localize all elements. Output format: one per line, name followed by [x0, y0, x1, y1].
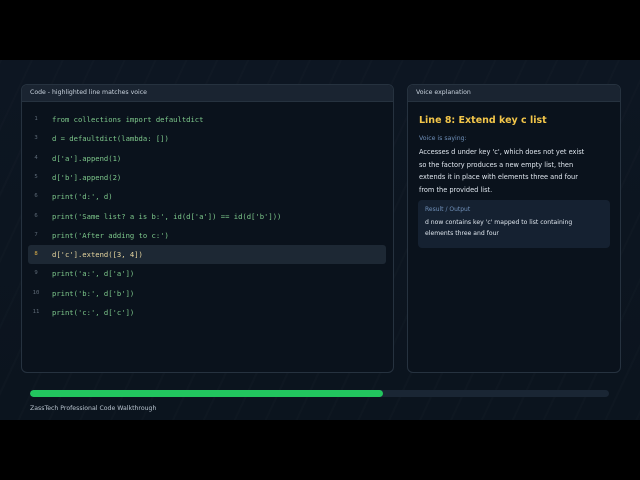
result-label: Result / Output — [425, 206, 471, 213]
code-panel-header: Code - highlighted line matches voice — [22, 85, 393, 102]
code-text: d['c'].extend([3, 4]) — [52, 250, 143, 260]
code-line: 11 print('c:', d['c']) — [28, 303, 386, 322]
result-text: d now contains key 'c' mapped to list co… — [425, 219, 573, 237]
code-text: d['a'].append(1) — [52, 153, 122, 163]
line-number: 6 — [34, 193, 38, 200]
code-text: d = defaultdict(lambda: []) — [52, 134, 169, 144]
code-line-highlighted: 8 d['c'].extend([3, 4]) — [28, 245, 386, 265]
line-number: 4 — [34, 154, 38, 161]
voice-subtitle: Voice is saying: — [419, 135, 467, 142]
code-text: d['b'].append(2) — [52, 172, 122, 182]
line-number: 3 — [34, 135, 38, 142]
code-text: print('c:', d['c']) — [52, 308, 135, 317]
code-text: print('After adding to c:') — [52, 230, 169, 240]
result-box: Result / Output d now contains key 'c' m… — [418, 200, 610, 248]
progress-fill — [30, 390, 384, 397]
walkthrough-stage: Code - highlighted line matches voice 1 f… — [0, 60, 640, 420]
code-text: from collections import defaultdict — [52, 115, 204, 124]
voice-explanation-text: Accesses d under key 'c', which does not… — [419, 148, 585, 194]
code-line: 7 print('After adding to c:') — [28, 226, 386, 245]
voice-panel-header: Voice explanation — [408, 85, 620, 102]
code-line: 6 print('Same list? a is b:', id(d['a']) … — [28, 207, 386, 226]
line-number: 10 — [32, 289, 40, 296]
voice-title: Line 8: Extend key c list — [419, 115, 547, 126]
code-text: print('Same list? a is b:', id(d['a']) =… — [52, 211, 282, 221]
code-line: 3 d = defaultdict(lambda: []) — [28, 129, 386, 148]
code-line: 10 print('b:', d['b']) — [28, 284, 386, 303]
line-number: 8 — [34, 251, 38, 258]
progress-bar[interactable] — [30, 390, 609, 397]
line-number: 11 — [32, 309, 40, 315]
line-number: 5 — [34, 173, 38, 180]
line-number: 7 — [34, 231, 38, 238]
code-text: print('d:', d) — [52, 192, 113, 202]
code-panel: Code - highlighted line matches voice 1 f… — [21, 84, 394, 373]
line-number: 6 — [34, 212, 38, 219]
code-text: print('b:', d['b']) — [52, 288, 135, 298]
code-line: 4 d['a'].append(1) — [28, 149, 386, 168]
line-number: 1 — [34, 116, 38, 122]
voice-panel: Voice explanation Line 8: Extend key c l… — [407, 84, 621, 373]
line-number: 9 — [34, 270, 38, 277]
code-line: 1 from collections import defaultdict — [28, 110, 386, 129]
code-line: 9 print('a:', d['a']) — [28, 264, 386, 283]
footer-text: ZassTech Professional Code Walkthrough — [30, 405, 157, 412]
code-text: print('a:', d['a']) — [52, 269, 135, 279]
code-line: 6 print('d:', d) — [28, 187, 386, 206]
code-line: 5 d['b'].append(2) — [28, 168, 386, 187]
